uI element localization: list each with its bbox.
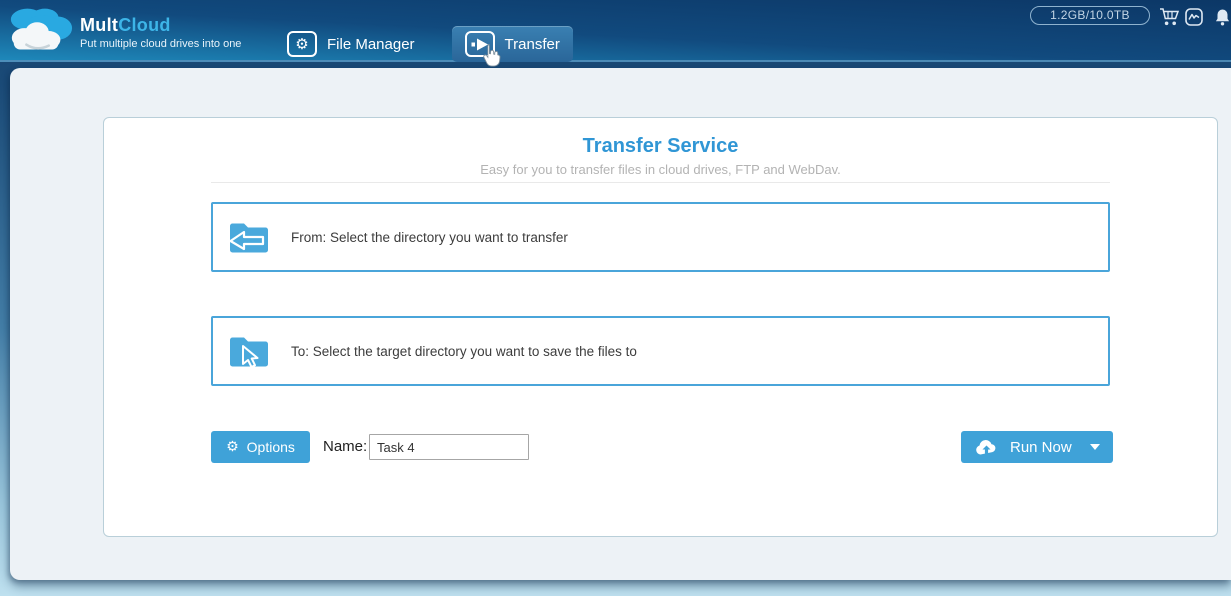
page-subtitle: Easy for you to transfer files in cloud … [480,162,841,177]
storage-quota-badge: 1.2GB/10.0TB [1030,6,1150,25]
run-now-label: Run Now [1010,438,1072,456]
task-name-label: Name: [323,438,368,455]
cursor-hand-icon [483,44,501,67]
page-title: Transfer Service [582,135,739,157]
dropdown-caret-icon[interactable] [1090,444,1100,450]
transfer-service-card: Transfer Service Easy for you to transfe… [103,117,1218,537]
options-button-label: Options [246,439,295,455]
cloud-upload-icon [976,439,996,454]
gear-glyph: ⚙ [295,34,309,53]
brand-name[interactable]: MultCloud [80,15,171,36]
nav-tab-label: File Manager [327,35,415,53]
to-directory-box[interactable]: To: Select the target directory you want… [211,316,1110,386]
title-divider [211,182,1110,183]
nav-tab-file-manager[interactable]: ⚙ File Manager [274,26,428,62]
bell-icon[interactable] [1215,8,1230,26]
top-header-bar: MultCloud Put multiple cloud drives into… [0,0,1231,67]
nav-tab-transfer[interactable]: Transfer [451,26,573,62]
gear-icon: ⚙ [226,439,239,455]
task-name-input[interactable] [369,434,529,460]
to-box-label: To: Select the target directory you want… [291,343,637,359]
brand-part-cloud: Cloud [118,15,171,35]
options-button[interactable]: ⚙ Options [211,431,310,463]
nav-tab-label: Transfer [504,35,560,53]
multcloud-logo-icon [10,8,73,50]
folder-export-icon [229,223,268,253]
from-box-label: From: Select the directory you want to t… [291,229,568,245]
activity-icon[interactable] [1185,8,1203,26]
main-nav: ⚙ File Manager Transfer [274,26,573,62]
cart-icon[interactable] [1159,7,1180,27]
multcloud-app: MultCloud Put multiple cloud drives into… [0,0,1231,596]
from-directory-box[interactable]: From: Select the directory you want to t… [211,202,1110,272]
run-now-button[interactable]: Run Now [961,431,1113,463]
folder-import-icon [230,337,268,368]
main-panel: Transfer Service Easy for you to transfe… [10,68,1231,580]
brand-tagline: Put multiple cloud drives into one [80,38,242,50]
brand-part-mult: Mult [80,15,119,35]
folder-gear-icon: ⚙ [287,31,317,57]
